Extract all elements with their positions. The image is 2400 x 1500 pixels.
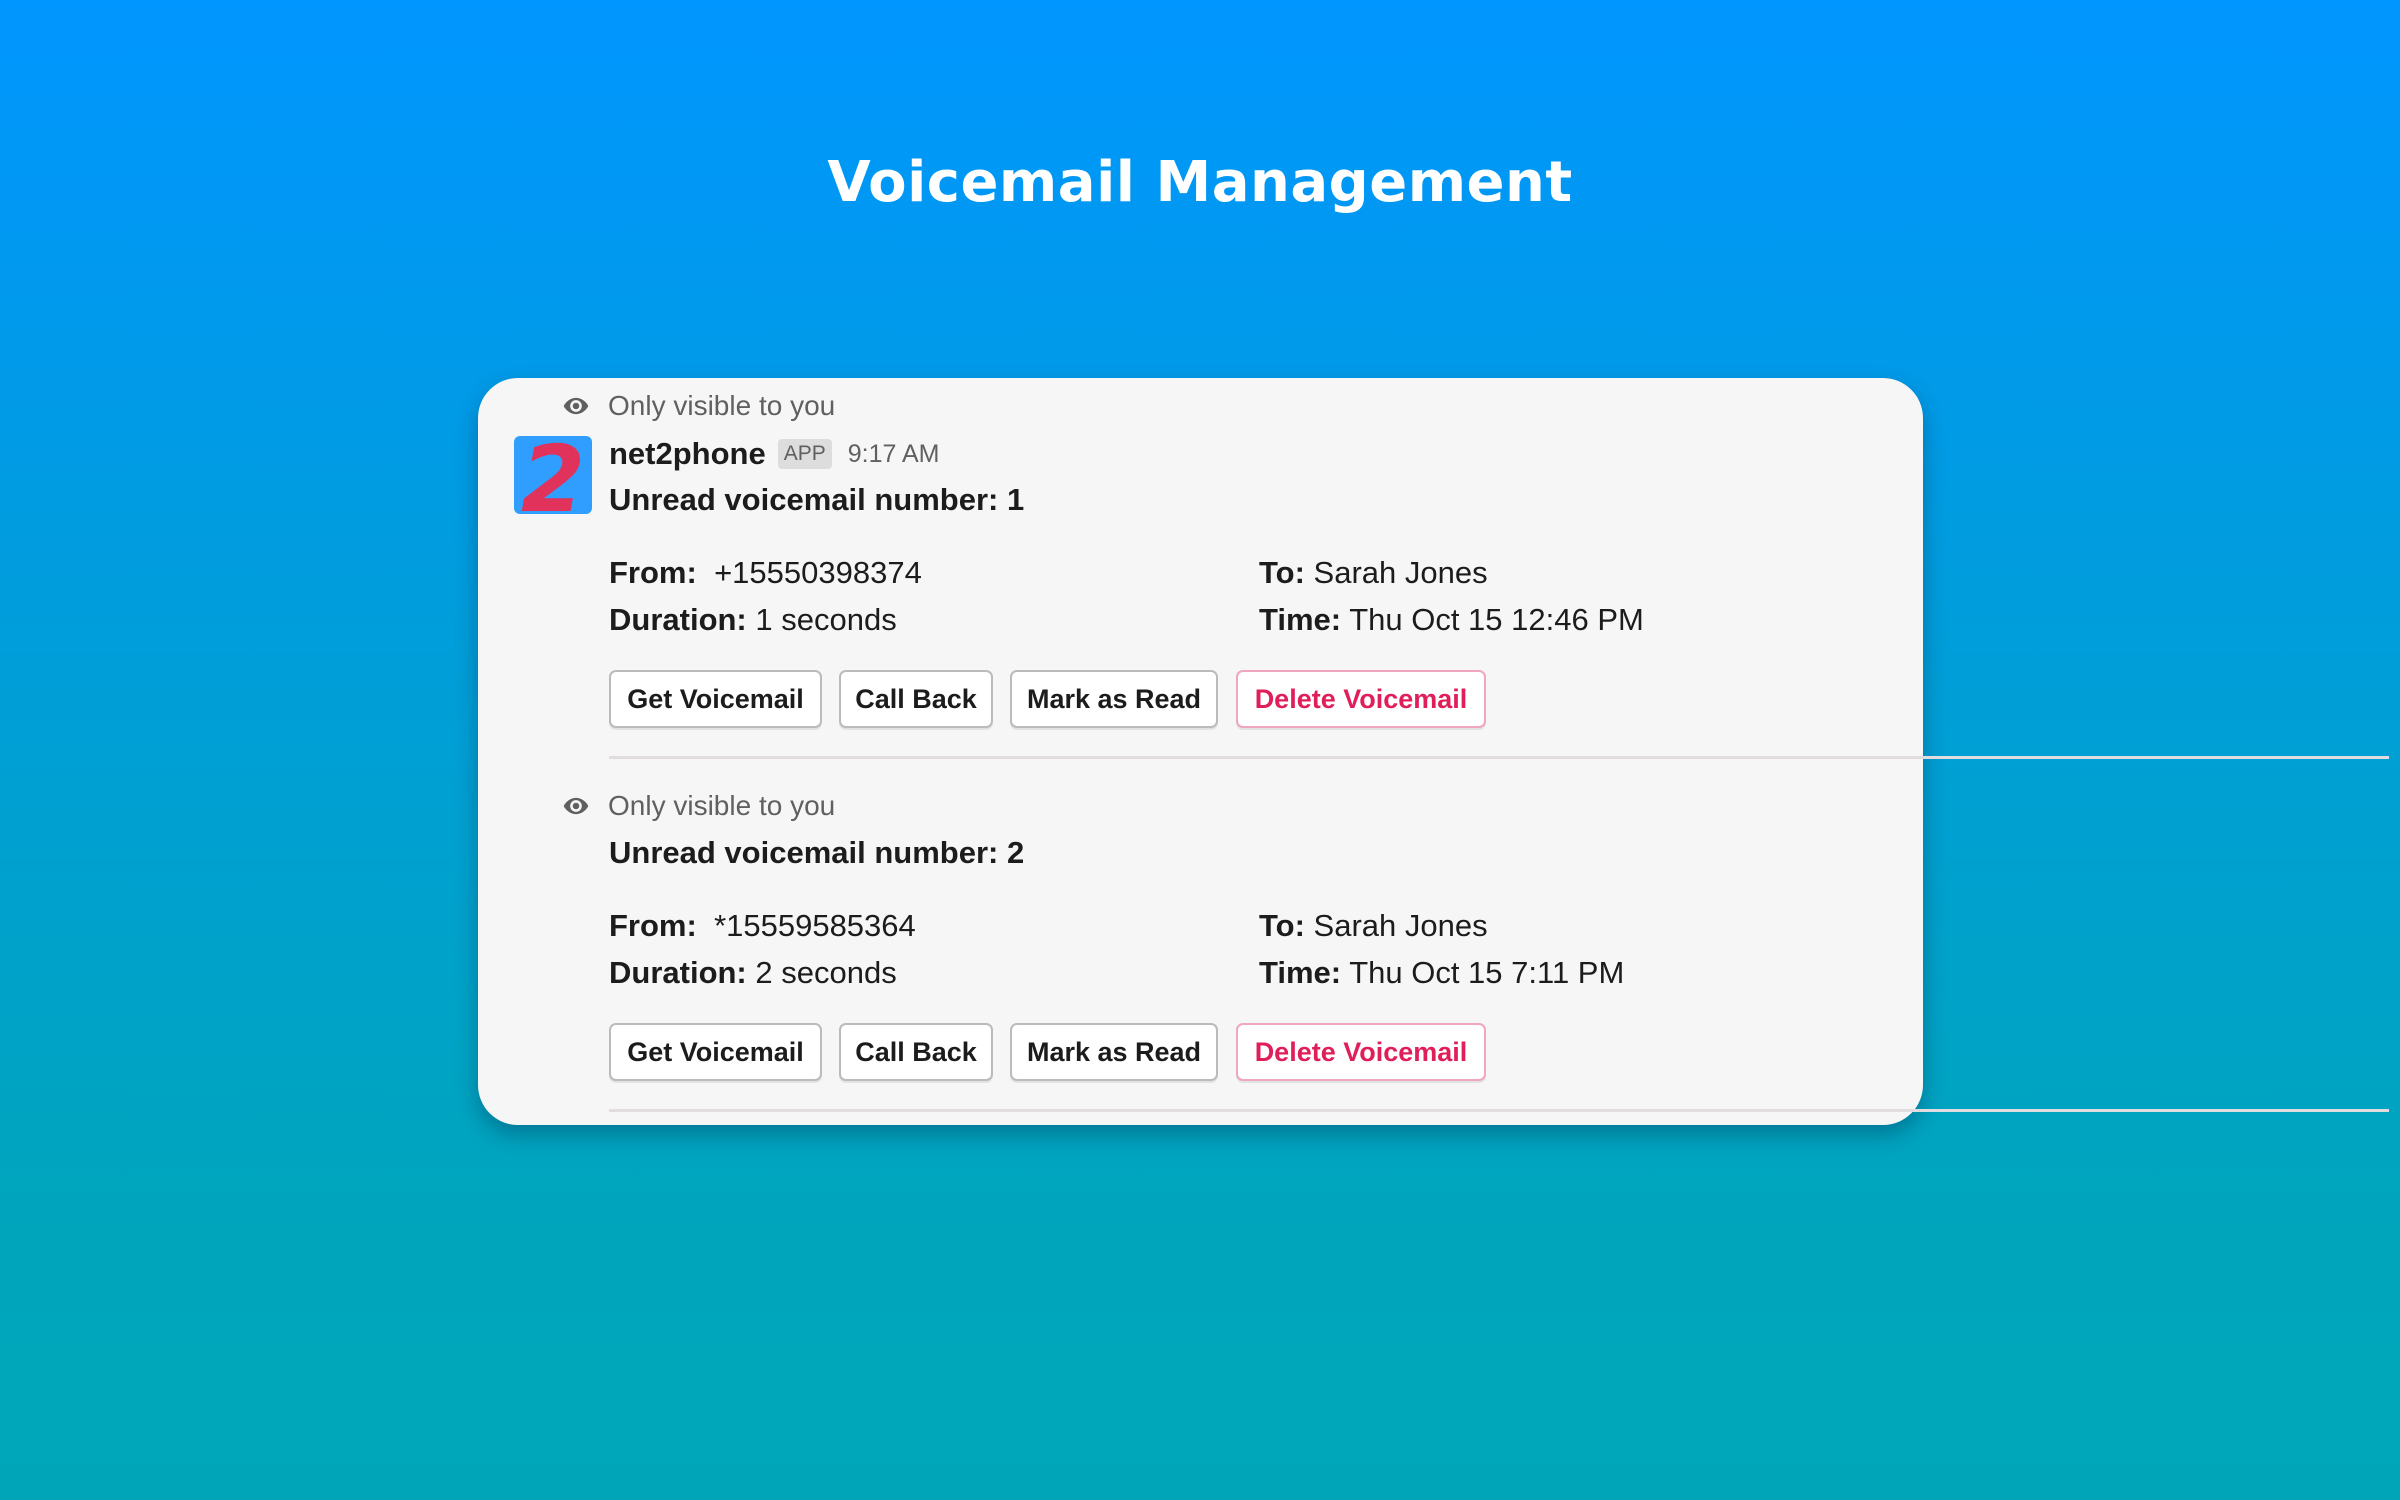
voicemail-heading: Unread voicemail number: 1 [609,482,1025,517]
avatar-glyph: 2 [520,436,585,514]
mark-as-read-button[interactable]: Mark as Read [1010,670,1218,728]
page-title: Voicemail Management [827,150,1573,215]
visibility-note: Only visible to you [562,390,835,422]
delete-voicemail-button[interactable]: Delete Voicemail [1236,670,1486,728]
time-field: Time: Thu Oct 15 7:11 PM [1259,955,1624,991]
get-voicemail-button[interactable]: Get Voicemail [609,1023,822,1081]
time-label: Time: [1259,955,1342,990]
app-avatar[interactable]: 2 [514,436,592,514]
time-value: Thu Oct 15 7:11 PM [1349,955,1625,990]
visibility-note: Only visible to you [562,790,835,822]
duration-label: Duration: [609,602,747,637]
call-back-button[interactable]: Call Back [839,1023,993,1081]
duration-field: Duration: 2 seconds [609,955,897,991]
app-badge: APP [777,439,832,469]
eye-icon [563,797,589,815]
from-value: *15559585364 [714,908,916,943]
time-value: Thu Oct 15 12:46 PM [1349,602,1644,637]
duration-field: Duration: 1 seconds [609,602,897,638]
message-divider [609,1109,2389,1112]
duration-value: 1 seconds [755,602,897,637]
time-label: Time: [1259,602,1342,637]
from-field: From: *15559585364 [609,908,916,944]
duration-label: Duration: [609,955,747,990]
get-voicemail-button[interactable]: Get Voicemail [609,670,822,728]
from-field: From: +15550398374 [609,555,922,591]
message-divider [609,756,2389,759]
message-header: net2phone APP 9:17 AM [609,436,940,472]
to-label: To: [1259,555,1305,590]
to-field: To: Sarah Jones [1259,908,1488,944]
app-name[interactable]: net2phone [609,436,766,472]
to-value: Sarah Jones [1313,555,1488,590]
from-value: +15550398374 [714,555,922,590]
mark-as-read-button[interactable]: Mark as Read [1010,1023,1218,1081]
time-field: Time: Thu Oct 15 12:46 PM [1259,602,1644,638]
to-field: To: Sarah Jones [1259,555,1488,591]
call-back-button[interactable]: Call Back [839,670,993,728]
voicemail-heading: Unread voicemail number: 2 [609,835,1025,870]
delete-voicemail-button[interactable]: Delete Voicemail [1236,1023,1486,1081]
duration-value: 2 seconds [755,955,897,990]
to-label: To: [1259,908,1305,943]
to-value: Sarah Jones [1313,908,1488,943]
from-label: From: [609,908,697,943]
eye-icon [563,397,589,415]
visibility-note-text: Only visible to you [608,390,836,421]
visibility-note-text: Only visible to you [608,790,836,821]
from-label: From: [609,555,697,590]
message-timestamp[interactable]: 9:17 AM [848,440,940,469]
message-card: Only visible to you 2 net2phone APP 9:17… [478,378,2389,1125]
